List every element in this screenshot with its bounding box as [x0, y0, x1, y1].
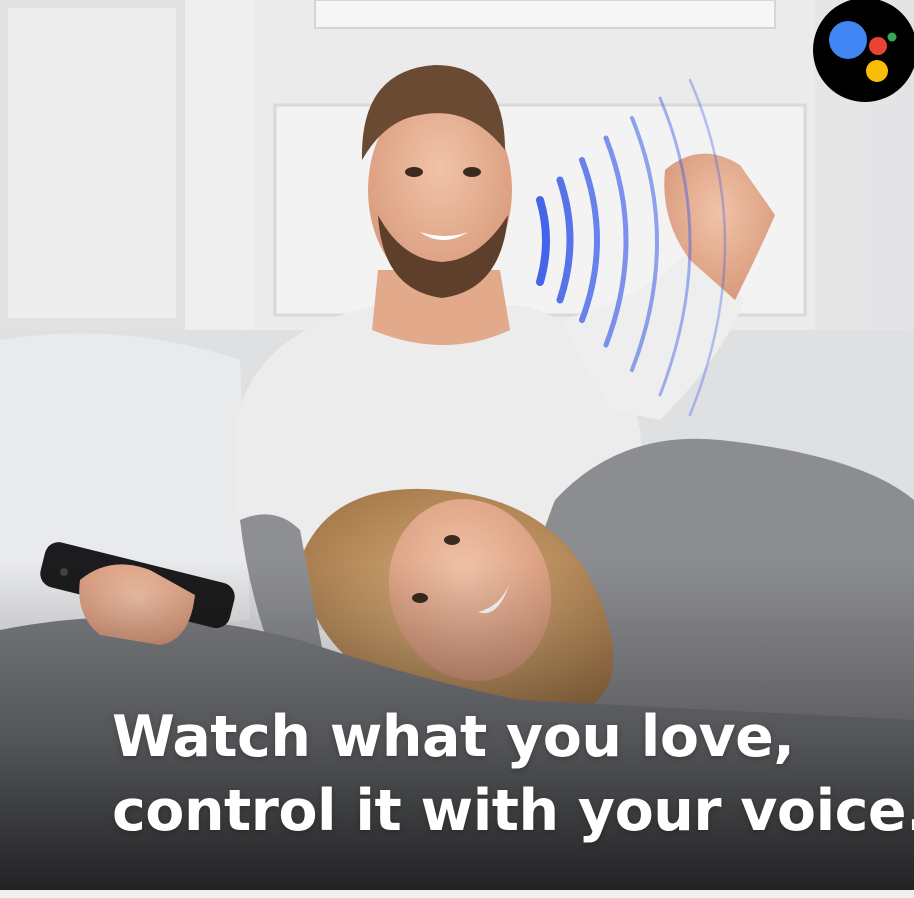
headline-line-2: control it with your voice. [112, 778, 914, 844]
promo-image: Watch what you love, control it with you… [0, 0, 914, 898]
man-eye-right [463, 167, 481, 177]
bottom-bar [0, 890, 914, 898]
headline: Watch what you love, control it with you… [112, 700, 914, 848]
man-eye-left [405, 167, 423, 177]
headline-line-1: Watch what you love, [112, 704, 795, 770]
window-top-strip [314, 0, 776, 29]
window-pane-left [8, 8, 176, 318]
woman-eye-right [444, 535, 460, 545]
google-assistant-icon [813, 0, 914, 102]
